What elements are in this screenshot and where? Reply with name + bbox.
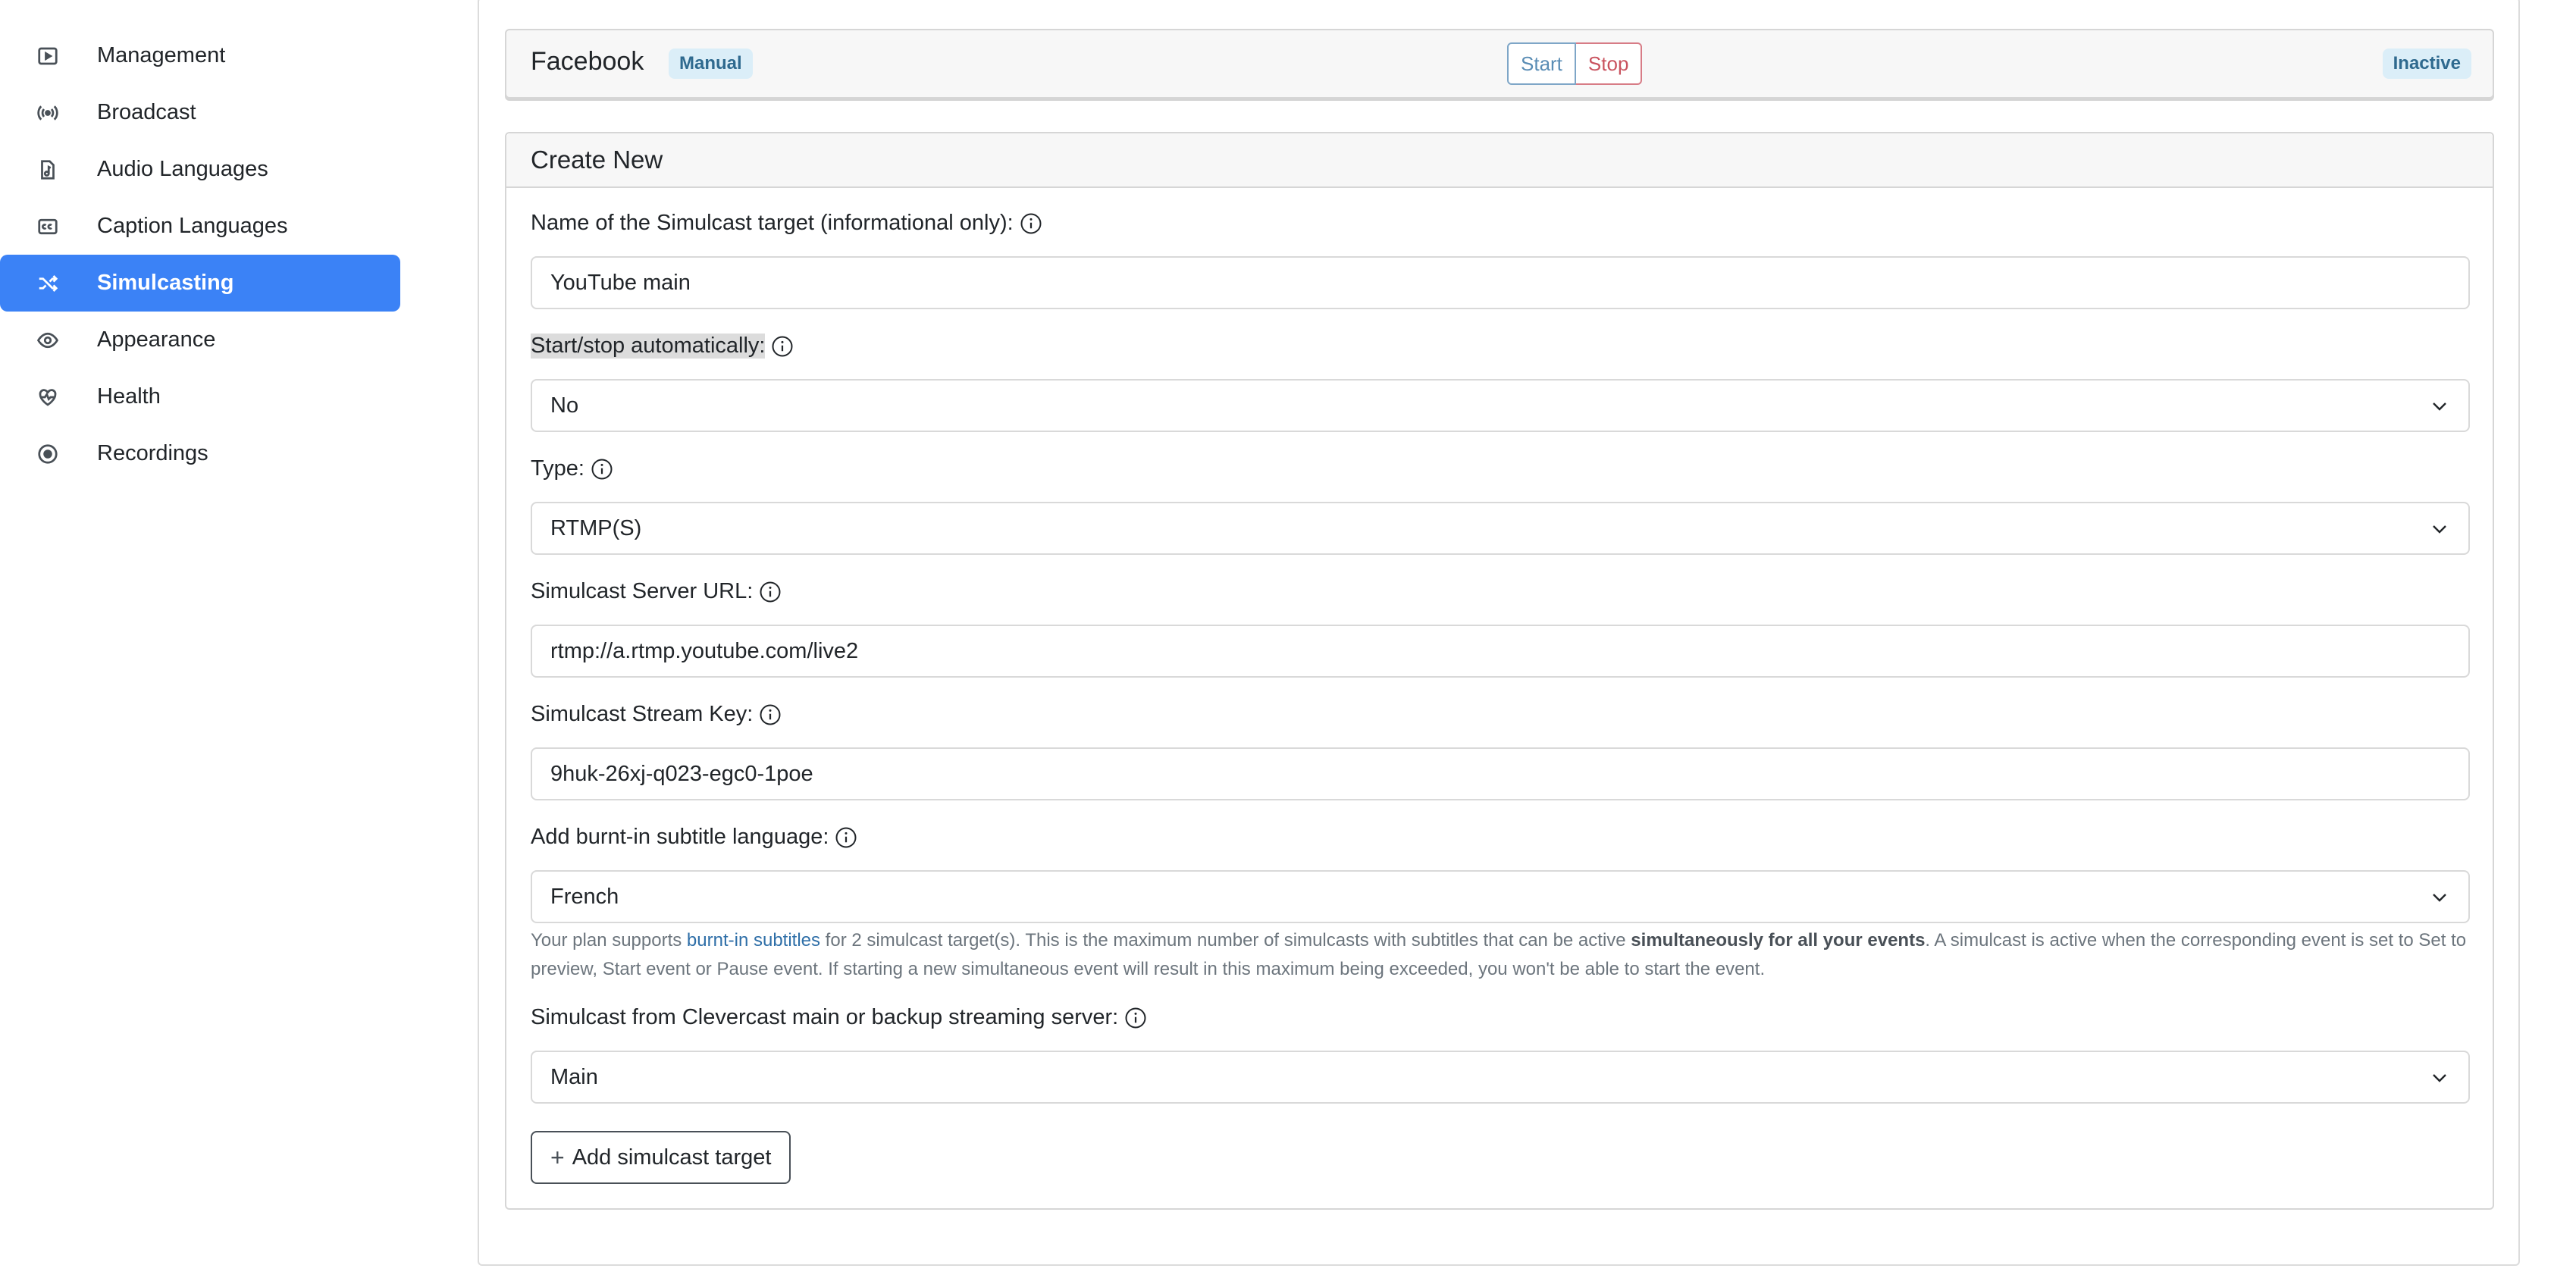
chevron-down-icon (2433, 402, 2446, 411)
sidebar-item-broadcast[interactable]: Broadcast (0, 84, 400, 141)
mode-badge: Manual (669, 49, 753, 79)
sidebar-item-audio-languages[interactable]: Audio Languages (0, 141, 400, 198)
stop-button[interactable]: Stop (1575, 42, 1643, 85)
sidebar-item-recordings[interactable]: Recordings (0, 425, 400, 482)
eye-icon (35, 327, 61, 353)
auto-select[interactable]: No (531, 379, 2470, 432)
sidebar-nav: Management Broadcast Audio Languages Cap… (0, 27, 400, 482)
cc-icon (35, 214, 61, 240)
info-icon[interactable] (759, 581, 782, 603)
sidebar-item-simulcasting[interactable]: Simulcasting (0, 255, 400, 312)
key-label: Simulcast Stream Key: (531, 702, 782, 727)
url-label: Simulcast Server URL: (531, 579, 782, 604)
start-button[interactable]: Start (1507, 42, 1576, 85)
name-input[interactable]: YouTube main (531, 256, 2470, 309)
burnt-in-subtitles-link[interactable]: burnt-in subtitles (687, 930, 820, 951)
shuffle-icon (35, 271, 61, 296)
sidebar-item-management[interactable]: Management (0, 27, 400, 84)
chevron-down-icon (2433, 525, 2446, 534)
stream-key-input[interactable]: 9huk-26xj-q023-egc0-1poe (531, 747, 2470, 800)
info-icon[interactable] (771, 335, 794, 358)
chevron-down-icon (2433, 894, 2446, 902)
server-select[interactable]: Main (531, 1051, 2470, 1104)
server-label: Simulcast from Clevercast main or backup… (531, 1005, 1147, 1030)
server-url-input[interactable]: rtmp://a.rtmp.youtube.com/live2 (531, 625, 2470, 678)
add-simulcast-target-button[interactable]: + Add simulcast target (531, 1131, 791, 1184)
play-square-icon (35, 43, 61, 69)
heart-pulse-icon (35, 384, 61, 410)
sidebar-item-label: Broadcast (97, 100, 196, 124)
info-icon[interactable] (591, 458, 613, 481)
create-new-title: Create New (506, 133, 2493, 188)
type-label: Type: (531, 456, 613, 481)
sidebar-item-health[interactable]: Health (0, 368, 400, 425)
info-icon[interactable] (835, 826, 857, 849)
info-icon[interactable] (1020, 212, 1042, 235)
sidebar-item-label: Appearance (97, 327, 216, 352)
target-name: Facebook (531, 47, 644, 76)
info-icon[interactable] (759, 703, 782, 726)
auto-label: Start/stop automatically: (531, 334, 794, 359)
subtitle-help-text: Your plan supports burnt-in subtitles fo… (531, 930, 2467, 979)
sidebar-item-label: Health (97, 384, 161, 409)
broadcast-icon (35, 100, 61, 126)
subtitle-select[interactable]: French (531, 870, 2470, 923)
subtitle-label: Add burnt-in subtitle language: (531, 825, 857, 850)
status-badge: Inactive (2382, 49, 2471, 79)
sidebar-item-caption-languages[interactable]: Caption Languages (0, 198, 400, 255)
simulcast-target-row: Facebook Manual Start Stop Inactive (505, 29, 2494, 99)
name-label: Name of the Simulcast target (informatio… (531, 211, 1042, 236)
sidebar-item-appearance[interactable]: Appearance (0, 312, 400, 368)
sidebar: Management Broadcast Audio Languages Cap… (0, 0, 425, 1281)
record-circle-icon (35, 441, 61, 467)
type-select[interactable]: RTMP(S) (531, 502, 2470, 555)
sidebar-item-label: Audio Languages (97, 157, 268, 181)
info-icon[interactable] (1124, 1007, 1147, 1029)
plus-icon: + (550, 1143, 565, 1171)
sidebar-item-label: Simulcasting (97, 271, 234, 295)
create-new-card: Create New Name of the Simulcast target … (505, 132, 2494, 1210)
sidebar-item-label: Management (97, 43, 226, 67)
sidebar-item-label: Recordings (97, 441, 208, 465)
start-stop-group: Start Stop (1507, 42, 1643, 85)
music-file-icon (35, 157, 61, 183)
sidebar-item-label: Caption Languages (97, 214, 288, 238)
chevron-down-icon (2433, 1074, 2446, 1082)
